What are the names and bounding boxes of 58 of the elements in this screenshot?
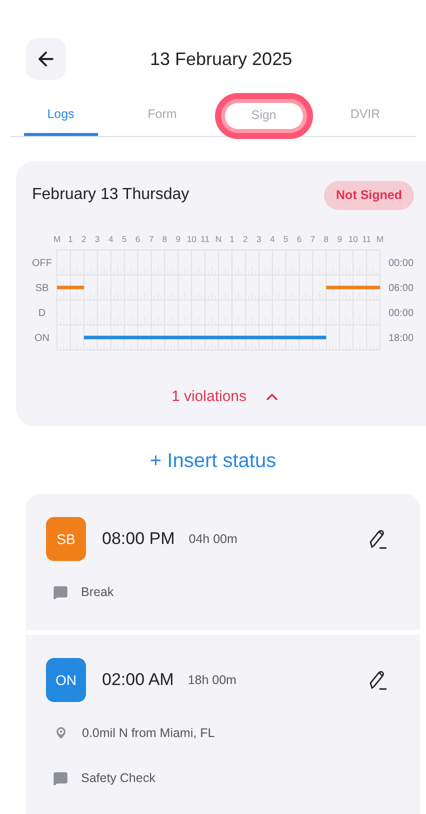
hour-label: M: [376, 234, 384, 244]
tab[interactable]: Form: [125, 96, 200, 136]
hour-label: 3: [95, 234, 100, 244]
status-label: OFF: [32, 258, 52, 269]
status-total: 06:00: [388, 282, 414, 294]
status-entry[interactable]: SB 08:00 PM 04h 00m Break: [26, 494, 420, 630]
entry-duration: 04h 00m: [188, 530, 238, 548]
back-button[interactable]: [26, 38, 66, 80]
status-total: 18:00: [388, 332, 414, 344]
hour-label: 9: [337, 234, 342, 244]
status-badge: ON: [46, 658, 86, 702]
hour-label: 5: [122, 234, 127, 244]
comment-icon: [53, 584, 68, 600]
hour-label: 9: [176, 234, 180, 244]
violations-toggle[interactable]: 1 violations: [171, 386, 281, 408]
hour-label: 7: [148, 234, 154, 244]
entry-time: 08:00 PM: [102, 528, 175, 550]
status-total: 00:00: [388, 308, 414, 319]
comment-icon: [53, 770, 68, 786]
entry-duration: 18h 00m: [188, 672, 236, 689]
log-date: February 13 Thursday: [32, 185, 190, 206]
entry-detail: Break: [81, 584, 114, 601]
hour-label: N: [215, 234, 222, 244]
tab[interactable]: DVIR: [328, 96, 402, 136]
entry-time: 02:00 AM: [102, 669, 174, 692]
status-label: ON: [34, 332, 50, 344]
hour-label: 11: [362, 234, 371, 244]
hour-label: 2: [243, 234, 248, 244]
status-entry[interactable]: ON 02:00 AM 18h 00m 0.0mil N from Miami, FL Safety Check: [26, 635, 420, 814]
hour-label: 8: [162, 234, 168, 244]
hour-label: 5: [283, 234, 288, 244]
status-total: 00:00: [388, 258, 414, 269]
hour-label: 10: [348, 234, 358, 244]
hour-label: 8: [324, 234, 329, 244]
status-label: SB: [35, 282, 49, 294]
insert-status-button[interactable]: + Insert status: [150, 446, 276, 476]
status-badge: SB: [46, 517, 86, 561]
entry-detail: 0.0mil N from Miami, FL: [82, 725, 215, 742]
tab[interactable]: Logs: [24, 96, 98, 136]
hour-label: 1: [68, 234, 73, 244]
hour-label: 2: [82, 234, 86, 244]
hour-label: 6: [296, 234, 302, 244]
hour-label: 3: [256, 234, 262, 244]
entry-detail: Safety Check: [81, 770, 156, 787]
hour-label: 4: [270, 234, 275, 244]
status-label: D: [38, 308, 46, 319]
hour-label: 4: [108, 234, 114, 244]
edit-icon[interactable]: [368, 528, 388, 550]
page-title: 13 February 2025: [150, 48, 292, 71]
hour-label: 7: [310, 234, 316, 244]
hour-label: 11: [200, 234, 210, 244]
hour-label: 6: [135, 234, 140, 244]
hour-label: 10: [186, 234, 196, 244]
status-badge: Not Signed: [324, 181, 414, 210]
tab[interactable]: Sign: [224, 102, 303, 128]
hour-label: M: [53, 234, 61, 244]
edit-icon[interactable]: [368, 669, 388, 691]
hour-label: 1: [230, 234, 234, 244]
